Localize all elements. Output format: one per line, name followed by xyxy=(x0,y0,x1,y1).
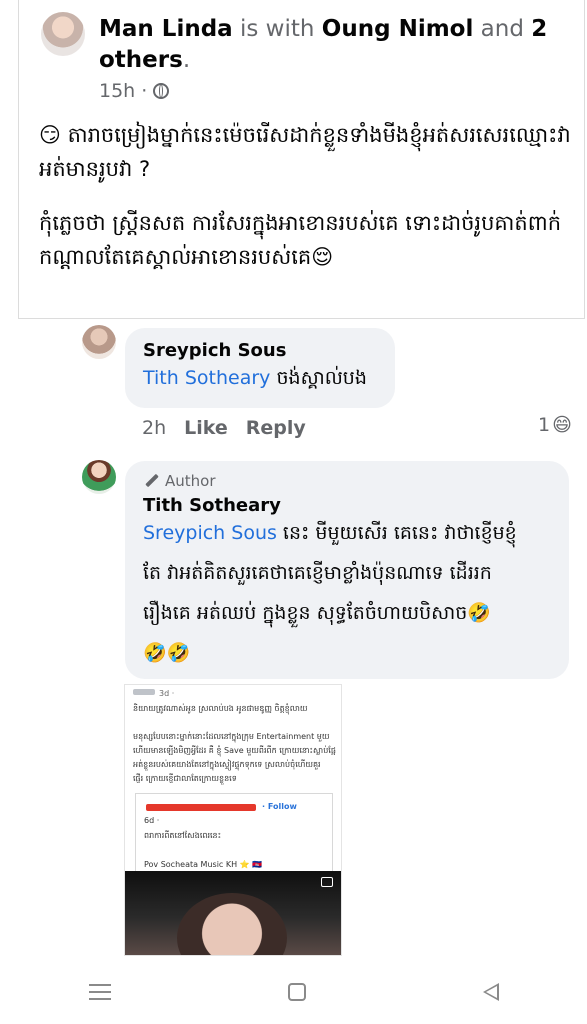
meta-dot: · xyxy=(141,80,148,102)
comment2-text: Sreypich Sous នេះ មីមួយសើរ គេនេះ វាថាខ្ញ… xyxy=(143,513,563,673)
post-card: Man Linda is with Oung Nimol and 2 other… xyxy=(18,0,585,319)
image-line-b: ហើយមានឡើងមិញអ្វីដែរ គឺ ខ្ញុំ Save មួយពីរ… xyxy=(133,746,336,755)
post-paragraph-1: 😏 តារាចម្រៀងម្នាក់នេះម៉េចរើសដាក់ខ្លួនទាំ… xyxy=(39,118,574,186)
post-author-name[interactable]: Man Linda xyxy=(99,16,233,42)
comment1-mention[interactable]: Tith Sotheary xyxy=(143,367,270,389)
post-body: 😏 តារាចម្រៀងម្នាក់នេះម៉េចរើសដាក់ខ្លួនទាំ… xyxy=(39,118,574,294)
comment2-line-3-text: រឿងគេ អត់ឈប់ ក្នុងខ្លួន សុទ្ធតែចំហាយបិសា… xyxy=(143,602,468,624)
menu-icon[interactable] xyxy=(88,984,111,1000)
comment1-avatar[interactable] xyxy=(82,325,116,359)
globe-icon xyxy=(153,83,170,99)
comment2-mention[interactable]: Sreypich Sous xyxy=(143,522,277,544)
post-meta: 15h · xyxy=(99,80,170,102)
tagged-user[interactable]: Oung Nimol xyxy=(322,16,474,42)
pen-icon xyxy=(145,474,159,488)
comment2-line-1: Sreypich Sous នេះ មីមួយសើរ គេនេះ វាថាខ្ញ… xyxy=(143,513,563,553)
comment2-bubble: Author Tith Sotheary Sreypich Sous នេះ ម… xyxy=(125,461,569,679)
post-time[interactable]: 15h xyxy=(99,80,135,102)
comment1-text: Tith Sotheary ចង់ស្គាល់បង xyxy=(143,358,367,398)
home-icon[interactable] xyxy=(287,983,306,1001)
image-inner-page: Pov Socheata Music KH ⭐ 🇰🇭 xyxy=(144,860,263,869)
with-text: is with xyxy=(232,16,322,42)
image-line-d: ផ្ញើរ ក្រោយខ្ញើជាលាតែក្រោយខ្លួនទេ xyxy=(133,774,237,783)
image-follow: · Follow xyxy=(262,802,297,811)
expand-icon xyxy=(321,877,333,887)
post-author-avatar[interactable] xyxy=(41,12,85,56)
laugh-reaction-icon: 😄 xyxy=(552,414,572,436)
comment2-line-2: តែ វាអត់គិតសួរគេថាគេខ្ញើមាខ្លាំងប៉ុនណាទេ… xyxy=(143,562,492,584)
author-badge: Author xyxy=(145,472,216,490)
like-button[interactable]: Like xyxy=(184,417,228,439)
image-line-a: មនុស្សបែបនោះម្នាក់នោះដែលនៅក្នុងក្រុម Ent… xyxy=(133,732,330,741)
and-text: and xyxy=(473,16,532,42)
comment1-bubble: Sreypich Sous Tith Sotheary ចង់ស្គាល់បង xyxy=(125,328,395,408)
image-inner-time: 6d · xyxy=(144,816,160,825)
image-redacted-bar xyxy=(146,804,256,811)
period: . xyxy=(182,47,191,73)
system-nav-bar xyxy=(0,960,587,1024)
back-icon[interactable] xyxy=(482,983,499,1001)
post-paragraph-2-text: កុំភ្លេចថា ស្ត្រីនសត ការសែរក្នុងអាខោនរបស… xyxy=(39,211,562,269)
image-line-c: អត់ខ្លួនរបស់គេយាងតែនៅក្នុងស្ទៀវផ្ទុកទុកទ… xyxy=(133,760,321,769)
image-face xyxy=(177,893,287,955)
image-time: 3d · xyxy=(159,689,175,698)
smirk-emoji: 😏 xyxy=(39,123,61,147)
rofl-emoji: 🤣 xyxy=(467,602,492,624)
comment2-line-3: រឿងគេ អត់ឈប់ ក្នុងខ្លួន សុទ្ធតែចំហាយបិសា… xyxy=(143,593,563,633)
image-name-redacted xyxy=(133,689,155,695)
comment1-time[interactable]: 2h xyxy=(142,417,166,439)
reply-button[interactable]: Reply xyxy=(246,417,306,439)
post-paragraph-2: កុំភ្លេចថា ស្ត្រីនសត ការសែរក្នុងអាខោនរបស… xyxy=(39,206,574,274)
comment1-actions: 2h Like Reply xyxy=(142,417,306,439)
reaction-count[interactable]: 1 😄 xyxy=(538,414,572,436)
post-paragraph-1-text: តារាចម្រៀងម្នាក់នេះម៉េចរើសដាក់ខ្លួនទាំងម… xyxy=(39,123,571,181)
image-photo xyxy=(125,871,341,955)
author-badge-label: Author xyxy=(165,472,216,490)
image-inner-text: ពរាការពីតនៅសែងពេរនេះ xyxy=(144,831,222,840)
relieved-emoji: 😌 xyxy=(311,245,334,269)
comment1-body: ចង់ស្គាល់បង xyxy=(270,367,367,389)
comment-attached-image[interactable]: 3d · និយាយត្រូវណាស់អូន ស្រលាប់បង អូនផាមឌ… xyxy=(124,684,342,956)
comment2-line-4: 🤣🤣 xyxy=(143,642,191,664)
image-line-top: និយាយត្រូវណាស់អូន ស្រលាប់បង អូនផាមឌូញ្ញ … xyxy=(133,704,308,713)
comment2-avatar[interactable] xyxy=(82,460,116,494)
comment2-line-1-text: នេះ មីមួយសើរ គេនេះ វាថាខ្ញើមខ្ញុំ xyxy=(276,522,517,544)
post-header: Man Linda is with Oung Nimol and 2 other… xyxy=(99,14,559,76)
reaction-number: 1 xyxy=(538,414,551,436)
